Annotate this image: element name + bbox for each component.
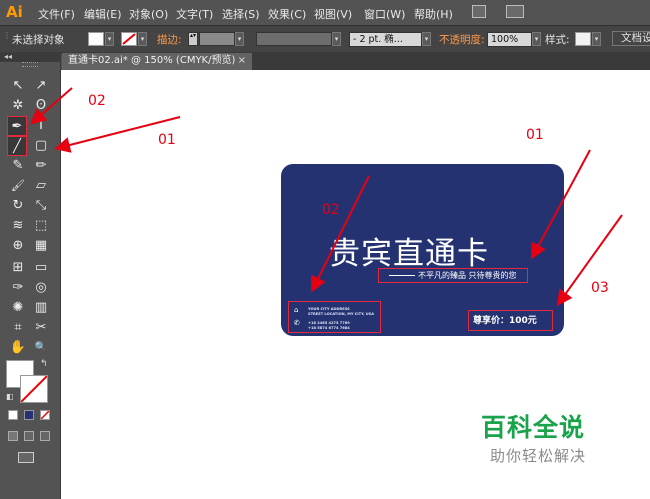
selection-status: 未选择对象 (12, 34, 65, 46)
watermark-title: 百科全说 (481, 413, 586, 442)
bridge-icon[interactable] (472, 5, 486, 18)
artboard-canvas[interactable]: 贵宾直通卡 不平凡的臻品 只待尊贵的您 ⌂ ✆ YOUR CITY ADDRES… (61, 70, 650, 499)
collapse-panel-icon[interactable]: ◂◂ (0, 52, 60, 62)
pen-tool-icon[interactable]: ✒ (7, 116, 27, 136)
symbol-sprayer-tool-icon[interactable]: ✺ (8, 298, 28, 318)
card-slogan: 不平凡的臻品 只待尊贵的您 (418, 271, 517, 280)
opacity-input[interactable]: 100% (487, 32, 532, 47)
panel-grip[interactable] (22, 62, 38, 67)
watermark-subtitle: 助你轻松解决 (490, 447, 587, 465)
document-tab-bar: 直通卡02.ai* @ 150% (CMYK/预览) × (62, 52, 650, 70)
lasso-tool-icon[interactable]: ʘ (31, 96, 51, 116)
card-price: 尊享价：100元 (473, 316, 537, 326)
fill-color-swatch[interactable] (88, 32, 104, 46)
eraser-tool-icon[interactable]: ▱ (31, 176, 51, 196)
draw-inside-icon[interactable] (40, 431, 50, 441)
style-label: 样式: (545, 34, 570, 46)
stroke-color-swatch[interactable] (121, 32, 137, 46)
blend-tool-icon[interactable]: ◎ (31, 278, 51, 298)
gradient-mode-icon[interactable] (24, 410, 34, 420)
menu-select[interactable]: 选择(S) (222, 6, 260, 22)
contact-address-line: YOUR CITY ADDRESS (308, 307, 350, 311)
draw-normal-icon[interactable] (8, 431, 18, 441)
document-setup-button[interactable]: 文档设 (612, 31, 650, 46)
menu-window[interactable]: 窗口(W) (364, 6, 405, 22)
menu-object[interactable]: 对象(O) (129, 6, 168, 22)
opacity-label[interactable]: 不透明度: (439, 32, 485, 47)
menu-edit[interactable]: 编辑(E) (84, 6, 122, 22)
annotation-left-01: 01 (158, 132, 176, 148)
tools-panel: ◂◂ ↖ ↗ ✲ ʘ ✒ T ╱ ▢ ✎ ✏ 🖌 ▱ ↻ ⤡ ≋ ⬚ ⊕ ▦ ⊞… (0, 52, 61, 499)
contact-street-line: STREET LOCATION, MY CITY, USA (308, 312, 375, 316)
variable-width-dropdown-icon[interactable]: ▾ (332, 32, 341, 46)
document-tab-title: 直通卡02.ai* @ 150% (CMYK/预览) (68, 55, 236, 66)
pencil-tool-icon[interactable]: ✏ (31, 156, 51, 176)
scale-tool-icon[interactable]: ⤡ (31, 196, 51, 216)
slice-tool-icon[interactable]: ✂ (31, 318, 51, 338)
slogan-divider (389, 275, 415, 276)
screen-mode-icon[interactable] (18, 452, 34, 463)
perspective-grid-tool-icon[interactable]: ▦ (31, 236, 51, 256)
menu-bar: Ai 文件(F) 编辑(E) 对象(O) 文字(T) 选择(S) 效果(C) 视… (0, 0, 650, 25)
fill-dropdown-icon[interactable]: ▾ (105, 32, 114, 46)
gradient-tool-icon[interactable]: ▭ (31, 258, 51, 278)
annotation-card-02: 02 (322, 202, 340, 218)
control-bar: ⋮ 未选择对象 ▾ ▾ 描边: ▴▾ ▾ ▾ - 2 pt. 椭... ▾ 不透… (0, 25, 650, 54)
annotation-left-02: 02 (88, 93, 106, 109)
rounded-rectangle-tool-icon[interactable]: ▢ (31, 136, 51, 156)
annotation-card-03: 03 (591, 280, 609, 296)
stroke-weight-dropdown-icon[interactable]: ▾ (235, 32, 244, 46)
magic-wand-tool-icon[interactable]: ✲ (8, 96, 28, 116)
line-segment-tool-icon[interactable]: ╱ (7, 136, 27, 156)
hand-tool-icon[interactable]: ✋ (8, 338, 28, 358)
annotation-card-01: 01 (526, 127, 544, 143)
contact-phone-1: +18 2465 4275 7769 (308, 321, 350, 325)
artboard-tool-icon[interactable]: ⌗ (8, 318, 28, 338)
none-mode-icon[interactable] (40, 410, 50, 420)
contact-phone-2: +18 5874 6774 7684 (308, 326, 350, 330)
color-mode-icon[interactable] (8, 410, 18, 420)
swap-fill-stroke-icon[interactable]: ↰ (40, 359, 48, 369)
stroke-label[interactable]: 描边: (157, 32, 182, 47)
menu-view[interactable]: 视图(V) (314, 6, 352, 22)
menu-type[interactable]: 文字(T) (176, 6, 213, 22)
opacity-dropdown-icon[interactable]: ▾ (532, 32, 541, 46)
stroke-weight-input[interactable] (199, 32, 235, 46)
close-tab-icon[interactable]: × (238, 53, 246, 69)
menu-effect[interactable]: 效果(C) (268, 6, 306, 22)
stroke-dropdown-icon[interactable]: ▾ (138, 32, 147, 46)
width-tool-icon[interactable]: ≋ (8, 216, 28, 236)
vip-card[interactable]: 贵宾直通卡 不平凡的臻品 只待尊贵的您 ⌂ ✆ YOUR CITY ADDRES… (281, 164, 564, 336)
zoom-tool-icon[interactable]: 🔍 (31, 338, 51, 358)
variable-width-profile[interactable] (256, 32, 332, 46)
draw-behind-icon[interactable] (24, 431, 34, 441)
free-transform-tool-icon[interactable]: ⬚ (31, 216, 51, 236)
default-fill-stroke-icon[interactable]: ◧ (6, 392, 14, 401)
document-tab[interactable]: 直通卡02.ai* @ 150% (CMYK/预览) × (62, 53, 252, 70)
type-tool-icon[interactable]: T (31, 116, 51, 136)
arrange-documents-icon[interactable] (506, 5, 524, 18)
column-graph-tool-icon[interactable]: ▥ (31, 298, 51, 318)
graphic-style-dropdown-icon[interactable]: ▾ (592, 32, 601, 46)
eyedropper-tool-icon[interactable]: ✑ (8, 278, 28, 298)
panel-grip-icon: ⋮ (3, 31, 11, 40)
home-icon: ⌂ (294, 306, 299, 314)
selection-tool-icon[interactable]: ↖ (8, 76, 28, 96)
direct-selection-tool-icon[interactable]: ↗ (31, 76, 51, 96)
shape-builder-tool-icon[interactable]: ⊕ (8, 236, 28, 256)
card-title: 贵宾直通卡 (329, 236, 489, 272)
rotate-tool-icon[interactable]: ↻ (8, 196, 28, 216)
brush-dropdown-icon[interactable]: ▾ (422, 32, 431, 46)
phone-icon: ✆ (294, 319, 300, 327)
paintbrush-tool-icon[interactable]: ✎ (8, 156, 28, 176)
stroke-box[interactable] (20, 375, 48, 403)
blob-brush-tool-icon[interactable]: 🖌 (8, 176, 28, 196)
graphic-style-swatch[interactable] (575, 32, 591, 46)
app-logo: Ai (6, 3, 23, 21)
brush-definition-field[interactable]: - 2 pt. 椭... (349, 32, 422, 47)
stroke-weight-stepper[interactable]: ▴▾ (188, 32, 198, 46)
mesh-tool-icon[interactable]: ⊞ (8, 258, 28, 278)
menu-file[interactable]: 文件(F) (38, 6, 75, 22)
menu-help[interactable]: 帮助(H) (414, 6, 453, 22)
